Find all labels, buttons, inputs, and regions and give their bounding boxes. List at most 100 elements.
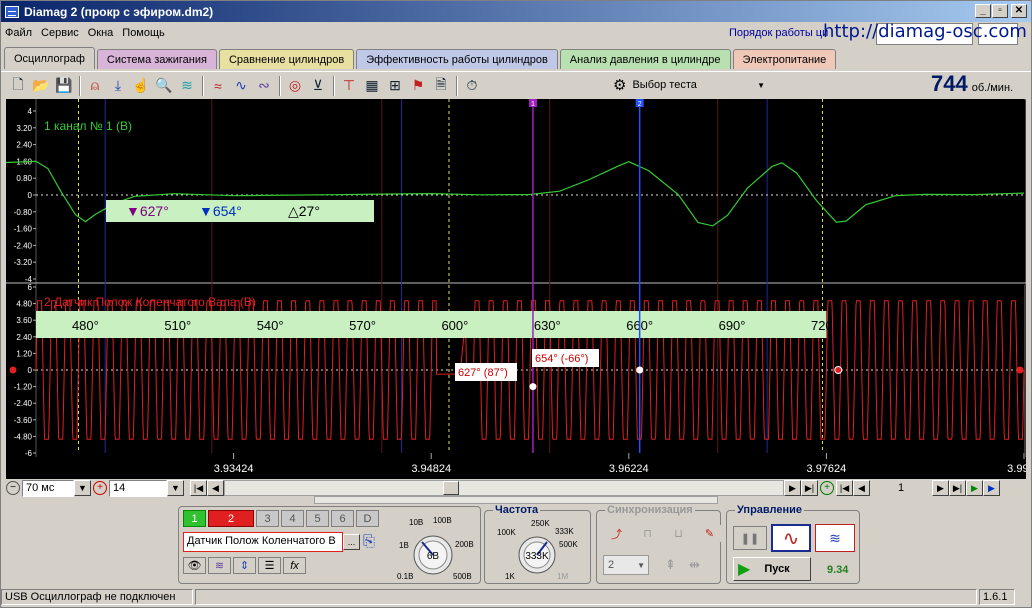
channel-scrollbar[interactable] xyxy=(314,496,718,504)
time-scroll-row: − 70 мс ▼ + 14 ▼ |◀ ◀ ▶ ▶| + |◀ ◀ 1 ▶ ▶|… xyxy=(6,479,1026,497)
page-next-button[interactable]: ▶ xyxy=(932,480,949,496)
tab-pressure-analysis[interactable]: Анализ давления в цилиндре xyxy=(559,49,731,69)
minimize-button[interactable]: _ xyxy=(975,4,991,18)
channel-count-dropdown[interactable]: ▼ xyxy=(167,480,184,496)
tab-cylinder-efficiency[interactable]: Эффективность работы цилиндров xyxy=(356,49,558,69)
channel-button-3[interactable]: 3 xyxy=(256,510,279,527)
menu-help[interactable]: Помощь xyxy=(122,27,165,39)
time-scale-select[interactable]: 70 мс xyxy=(22,479,74,497)
pulse-down-icon[interactable]: ⊔ xyxy=(667,525,690,542)
channel-button-6[interactable]: 6 xyxy=(331,510,354,527)
marker1-point-label: 627° (87°) xyxy=(458,367,508,379)
vertical-shift-icon[interactable]: ⇕ xyxy=(233,557,256,574)
app-icon xyxy=(5,5,19,18)
zoom-out-icon[interactable]: − xyxy=(6,481,20,495)
y-tick-label: -3.20 xyxy=(14,258,33,267)
rising-edge-icon[interactable]: ⤴ xyxy=(605,525,628,542)
channel-button-d[interactable]: D xyxy=(356,510,379,527)
tab-oscilloscope[interactable]: Осциллограф xyxy=(4,47,95,69)
sensor-field[interactable]: Датчик Полож Коленчатого В xyxy=(183,532,343,552)
function-icon[interactable]: fx xyxy=(283,557,306,574)
page-prev-button[interactable]: ◀ xyxy=(853,480,870,496)
hand-pan-icon[interactable]: ☝ xyxy=(130,75,152,97)
wave-overlay-icon[interactable]: ∿ xyxy=(230,75,252,97)
voltage-label: 1В xyxy=(399,541,409,550)
app-window: Diamag 2 (прокр с эфиром.dm2) _ ▫ ✕ Файл… xyxy=(0,0,1032,608)
page-last-button[interactable]: ▶| xyxy=(949,480,966,496)
sync-level-icon[interactable]: ⇞ xyxy=(665,557,676,573)
open-folder-icon[interactable]: 📂 xyxy=(30,75,52,97)
split-icon[interactable]: ⊞ xyxy=(384,75,406,97)
add-marker-icon[interactable]: + xyxy=(820,481,834,495)
eye-icon[interactable]: 👁 xyxy=(183,557,206,574)
document-icon[interactable]: 🗎 xyxy=(430,75,452,97)
channel-button-1[interactable]: 1 xyxy=(183,510,206,527)
pencil-icon[interactable]: ✎ xyxy=(698,525,721,542)
play-green-button[interactable]: ▶ xyxy=(966,480,983,496)
channel-button-2[interactable]: 2 xyxy=(208,510,254,527)
wave-invert-icon[interactable]: ≋ xyxy=(208,557,231,574)
horizontal-scrollbar[interactable] xyxy=(224,480,784,496)
channel-count-select[interactable]: 14 xyxy=(109,479,167,497)
scroll-thumb[interactable] xyxy=(443,481,459,495)
flag-icon[interactable]: ⚑ xyxy=(407,75,429,97)
play-blue-button[interactable]: ▶ xyxy=(983,480,1000,496)
marker2-tag-label: 2 xyxy=(638,101,642,108)
sensor-settings-icon[interactable]: ⎘ xyxy=(363,533,375,550)
cursor-sync-icon[interactable]: ⤓ xyxy=(107,75,129,97)
table-icon[interactable]: ▦ xyxy=(361,75,383,97)
close-button[interactable]: ✕ xyxy=(1011,4,1027,18)
select-test-button[interactable]: ⚙ Выбор теста ▼ xyxy=(613,74,773,96)
auto-scale-icon[interactable]: ◎ xyxy=(284,75,306,97)
sync-edge-buttons: ⤴ ⊓ ⊔ ✎ xyxy=(605,525,723,542)
maximize-button[interactable]: ▫ xyxy=(992,4,1008,18)
voltage-knob[interactable]: 6В 0.1В 1В 10В 100В 200В 500В xyxy=(389,515,479,583)
filter-icon[interactable]: ≋ xyxy=(176,75,198,97)
multi-wave-button[interactable]: ≋ xyxy=(815,524,855,552)
grid-lines-icon[interactable]: ☰ xyxy=(258,557,281,574)
start-button[interactable]: ▶ Пуск xyxy=(733,557,811,581)
y-tick-label: -4.80 xyxy=(14,432,33,441)
pulse-up-icon[interactable]: ⊓ xyxy=(636,525,659,542)
add-channel-icon[interactable]: + xyxy=(93,481,107,495)
scroll-prev-button[interactable]: ◀ xyxy=(207,480,224,496)
version-label: 1.6.1 xyxy=(979,589,1015,605)
auto-timer-icon[interactable]: ⏱ xyxy=(461,75,483,97)
menu-service[interactable]: Сервис xyxy=(41,27,79,39)
angle-label: 720° xyxy=(811,318,838,333)
frequency-knob[interactable]: 333K 1K 100K 250K 333K 500K 1M xyxy=(485,517,591,583)
zoom-icon[interactable]: 🔍 xyxy=(153,75,175,97)
oscilloscope-chart[interactable]: 43.202.401.600.800-0.80-1.60-2.40-3.20-4… xyxy=(6,99,1026,479)
sync-shift-icon[interactable]: ⇹ xyxy=(689,557,700,573)
zero-level-icon[interactable]: ⊻ xyxy=(307,75,329,97)
single-wave-button[interactable]: ∿ xyxy=(771,524,811,552)
new-file-icon[interactable]: 🗋 xyxy=(7,75,29,97)
page-number: 1 xyxy=(897,482,905,494)
pause-button[interactable]: ❚❚ xyxy=(733,526,767,550)
angle-label: 540° xyxy=(257,318,284,333)
order-link[interactable]: Порядок работы ци xyxy=(729,27,828,39)
toolbar-separator xyxy=(202,75,204,96)
save-icon[interactable]: 💾 xyxy=(53,75,75,97)
marker1-point xyxy=(529,383,537,391)
markers-icon[interactable]: ⍝ xyxy=(84,75,106,97)
page-first-button[interactable]: |◀ xyxy=(836,480,853,496)
cursor-marker-icon[interactable]: ⊤ xyxy=(338,75,360,97)
wave-compare-icon[interactable]: ≈ xyxy=(207,75,229,97)
tab-ignition[interactable]: Система зажигания xyxy=(96,49,217,69)
frequency-label: 1K xyxy=(505,572,515,581)
sensor-browse-button[interactable]: ... xyxy=(343,534,360,550)
time-scale-dropdown[interactable]: ▼ xyxy=(74,480,91,496)
sync-channel-select[interactable]: 2 ▼ xyxy=(603,555,649,575)
site-url[interactable]: http://diamag-osc.com xyxy=(823,21,1027,42)
scroll-last-button[interactable]: ▶| xyxy=(801,480,818,496)
channel-button-5[interactable]: 5 xyxy=(306,510,329,527)
tab-power-supply[interactable]: Электропитание xyxy=(732,49,837,69)
menu-file[interactable]: Файл xyxy=(5,27,32,39)
wave-stack-icon[interactable]: ∾ xyxy=(253,75,275,97)
tab-cylinder-compare[interactable]: Сравнение цилиндров xyxy=(218,49,355,69)
scroll-next-button[interactable]: ▶ xyxy=(784,480,801,496)
scroll-first-button[interactable]: |◀ xyxy=(190,480,207,496)
channel-button-4[interactable]: 4 xyxy=(281,510,304,527)
menu-windows[interactable]: Окна xyxy=(88,27,114,39)
